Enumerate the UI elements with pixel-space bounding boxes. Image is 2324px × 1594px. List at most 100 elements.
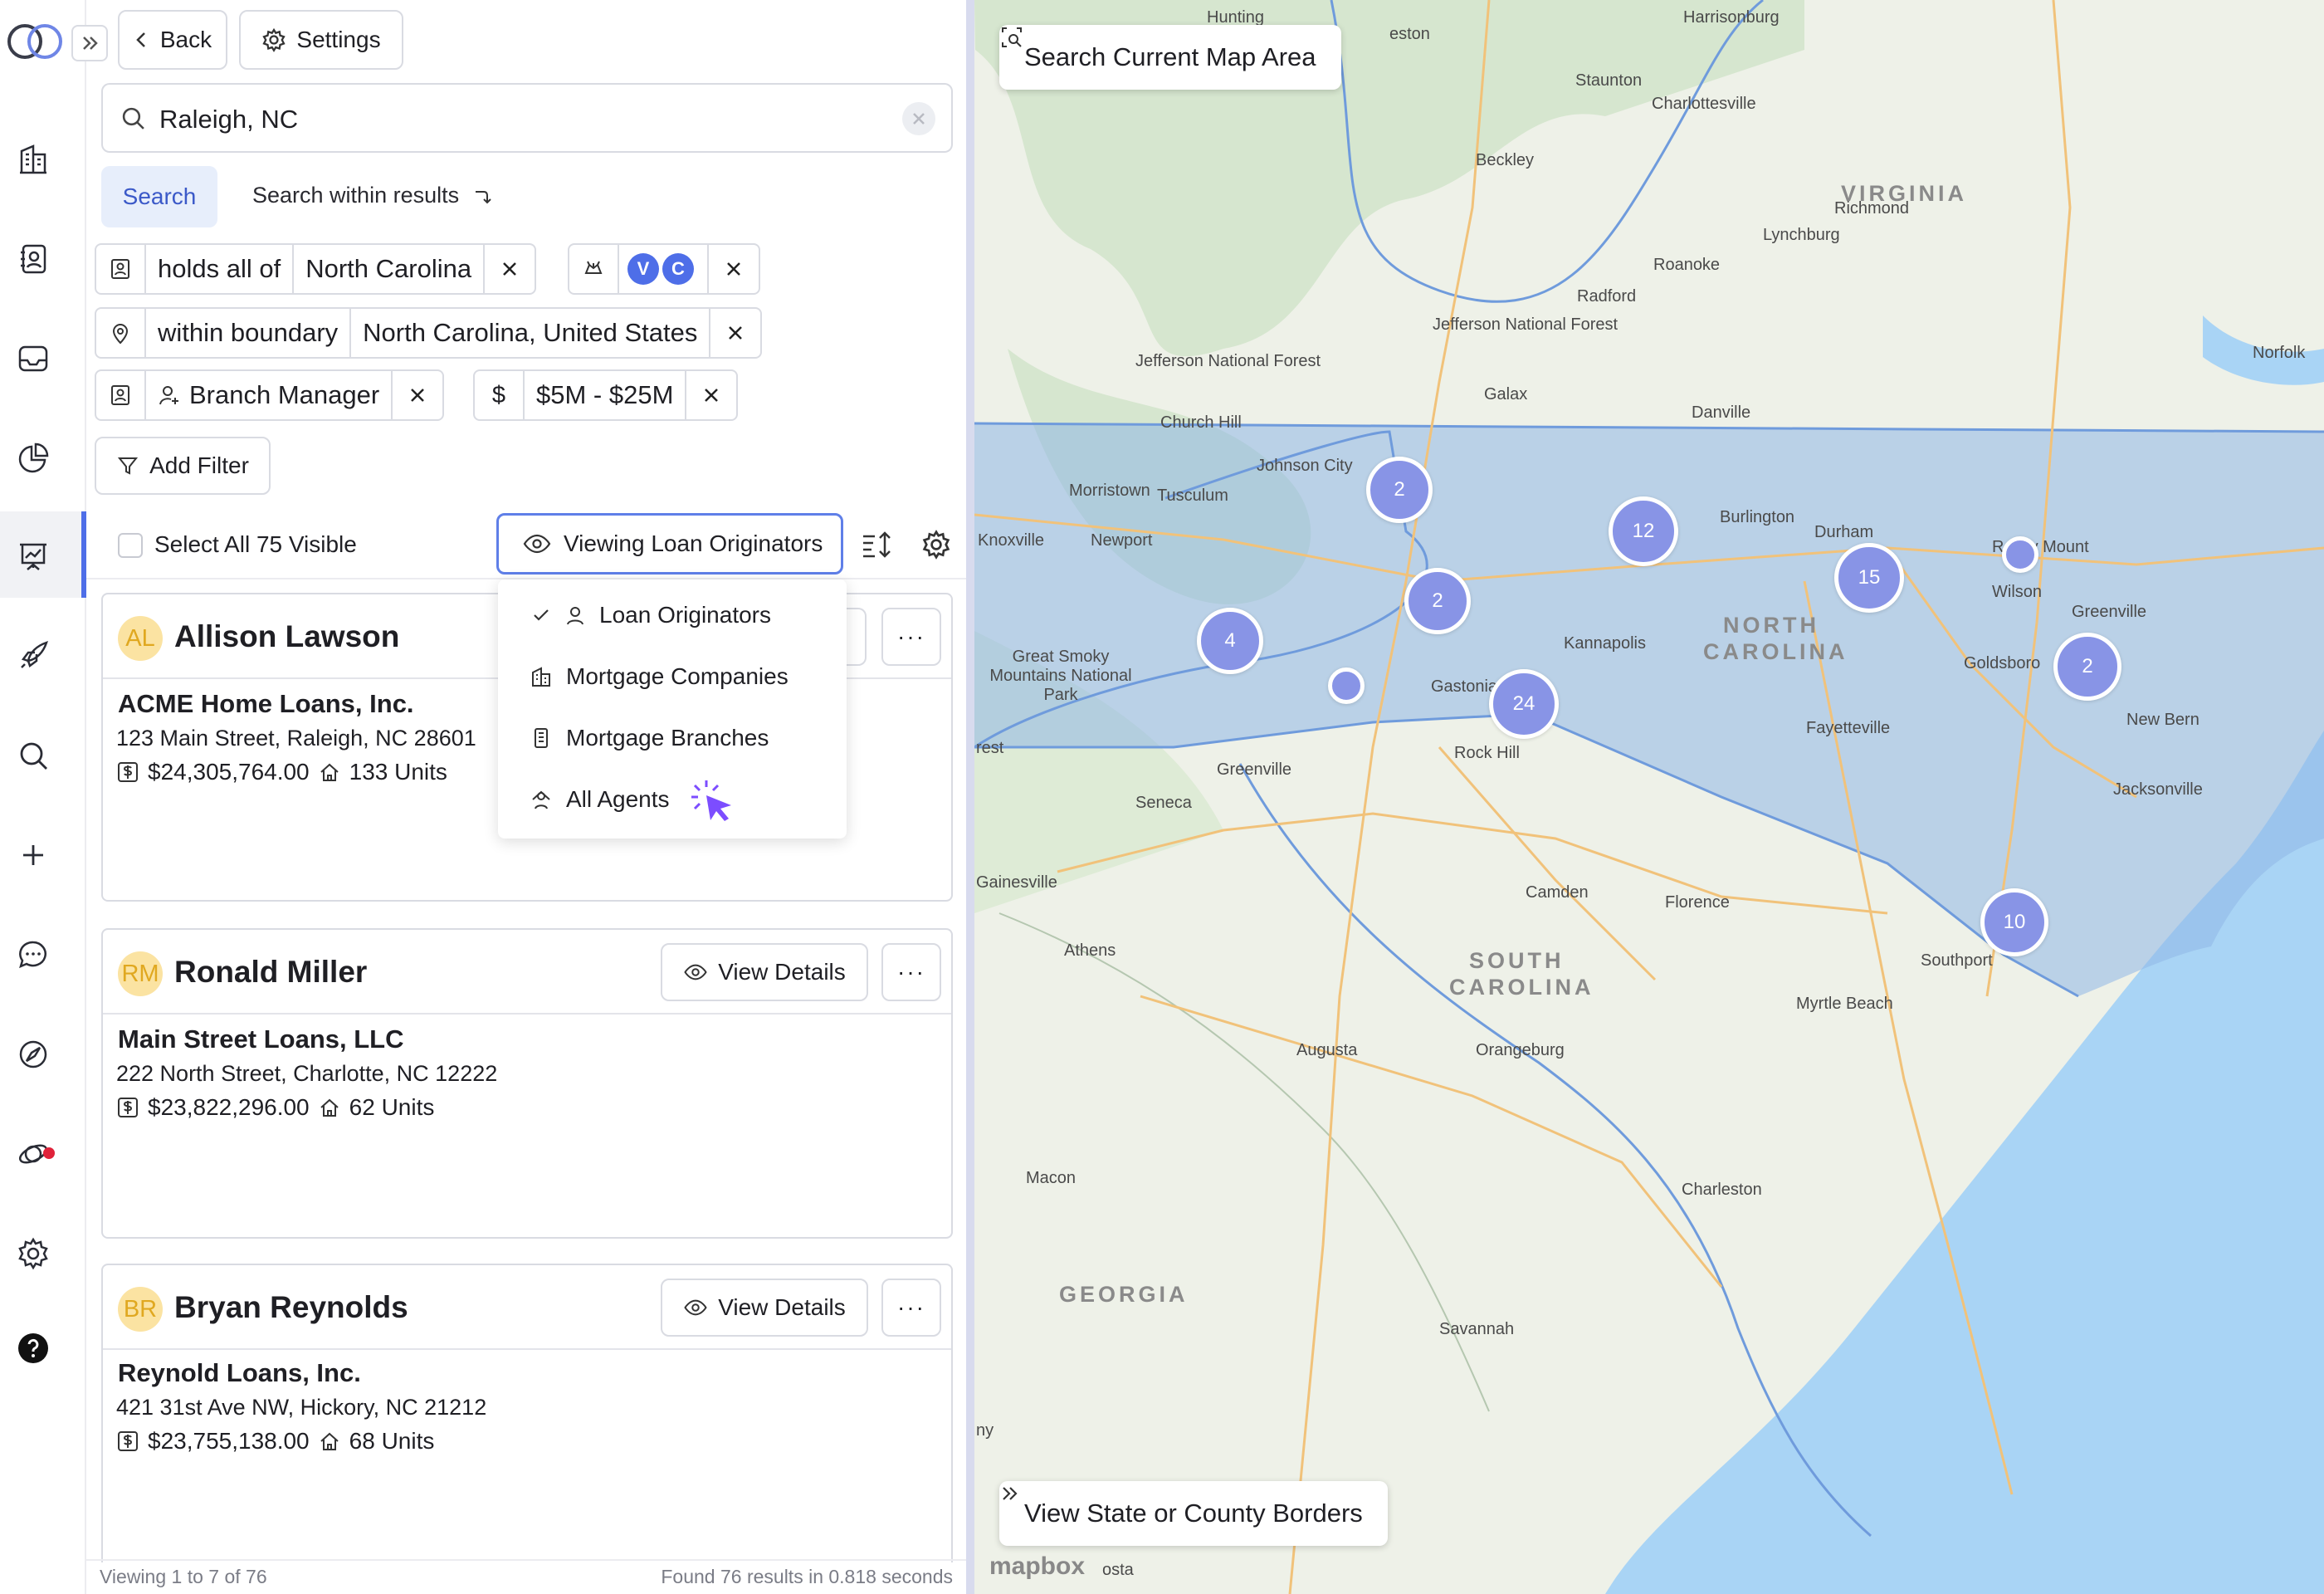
card-name[interactable]: Ronald Miller (174, 955, 367, 990)
city-label: Galax (1484, 385, 1528, 403)
menu-item-all-agents[interactable]: All Agents (498, 769, 847, 830)
compass-icon[interactable] (17, 1038, 50, 1071)
state-label: GEORGIA (1059, 1282, 1189, 1307)
volume-filter-value[interactable]: $5M - $25M (525, 371, 687, 419)
panel-resize-handle[interactable] (966, 0, 974, 1594)
remove-volume-filter-button[interactable] (686, 371, 736, 419)
city-label: Kannapolis (1564, 634, 1646, 653)
role-filter-value[interactable]: Branch Manager (146, 371, 393, 419)
badge-c: C (662, 253, 694, 285)
map-view[interactable]: VIRGINIA NORTH CAROLINA SOUTH CAROLINA G… (974, 0, 2324, 1594)
search-icon[interactable] (17, 739, 50, 772)
card-stats: $23,822,296.00 62 Units (116, 1094, 434, 1121)
map-cluster[interactable]: 4 (1197, 608, 1263, 674)
role-filter-label: Branch Manager (189, 380, 380, 409)
map-cluster[interactable]: 2 (2053, 633, 2121, 701)
search-area-icon (1002, 27, 1022, 47)
rocket-icon[interactable] (17, 639, 50, 672)
plus-icon[interactable] (17, 839, 50, 872)
remove-location-filter-button[interactable] (710, 309, 760, 357)
map-cluster[interactable]: 15 (1834, 543, 1904, 613)
expand-sidebar-button[interactable] (71, 25, 108, 61)
card-name[interactable]: Bryan Reynolds (174, 1290, 408, 1325)
remove-license-filter-button[interactable] (485, 245, 535, 293)
gear-icon[interactable] (17, 1237, 50, 1270)
search-value: Raleigh, NC (159, 105, 299, 134)
select-all-label: Select All 75 Visible (154, 531, 357, 557)
city-label: Lynchburg (1763, 226, 1840, 244)
clear-search-icon[interactable] (901, 101, 936, 136)
search-within-results[interactable]: Search within results (252, 183, 492, 208)
menu-item-mortgage-companies[interactable]: Mortgage Companies (498, 646, 847, 707)
close-icon (503, 262, 516, 276)
arrow-turn-down-icon (475, 190, 491, 204)
location-filter-operator[interactable]: within boundary (146, 309, 352, 357)
map-pin[interactable] (2002, 536, 2038, 573)
city-label: Harrisonburg (1683, 8, 1780, 27)
card-address: 222 North Street, Charlotte, NC 12222 (116, 1061, 498, 1086)
notification-dot (43, 1147, 55, 1159)
view-details-label: View Details (718, 1294, 846, 1320)
map-cluster[interactable]: 2 (1404, 568, 1471, 634)
sort-icon[interactable] (860, 528, 893, 561)
contacts-icon[interactable] (17, 242, 50, 276)
map-pin-icon (96, 309, 146, 357)
viewing-type-dropdown[interactable]: Viewing Loan Originators (496, 513, 843, 575)
view-details-button[interactable]: View Details (661, 1279, 868, 1337)
close-icon (727, 262, 740, 276)
agency-badges[interactable]: V C (619, 245, 709, 293)
remove-agency-filter-button[interactable] (709, 245, 759, 293)
search-button[interactable]: Search (101, 166, 217, 227)
add-filter-label: Add Filter (149, 452, 249, 478)
gear-icon[interactable] (921, 530, 951, 560)
search-map-area-label: Search Current Map Area (1024, 42, 1316, 71)
dollar-icon (118, 1431, 138, 1451)
menu-item-mortgage-branches[interactable]: Mortgage Branches (498, 707, 847, 769)
view-details-label: View Details (718, 959, 846, 985)
city-label: Wilson (1992, 583, 2043, 601)
remove-role-filter-button[interactable] (393, 371, 442, 419)
logo-icon[interactable] (5, 17, 66, 66)
filter-icon (117, 457, 139, 475)
chat-icon[interactable] (17, 938, 50, 971)
search-map-area-button[interactable]: Search Current Map Area (999, 25, 1341, 90)
select-all-checkbox[interactable] (118, 533, 143, 558)
search-input[interactable]: Raleigh, NC (101, 83, 953, 153)
city-label: Savannah (1439, 1320, 1515, 1338)
view-borders-button[interactable]: View State or County Borders (999, 1481, 1388, 1546)
city-label: Roanoke (1653, 256, 1721, 274)
city-label: Richmond (1834, 199, 1910, 218)
more-options-button[interactable]: ··· (881, 943, 941, 1001)
back-button[interactable]: Back (118, 10, 227, 70)
map-cluster[interactable]: 24 (1489, 669, 1559, 739)
result-card[interactable]: RM Ronald Miller View Details ··· Main S… (101, 928, 953, 1239)
search-icon (122, 107, 144, 130)
license-filter-value[interactable]: North Carolina (294, 245, 486, 293)
map-cluster[interactable]: 12 (1609, 496, 1678, 566)
city-label: Macon (1026, 1169, 1077, 1187)
city-label: Camden (1526, 883, 1589, 902)
inbox-icon[interactable] (17, 342, 50, 375)
map-cluster[interactable]: 10 (1980, 888, 2048, 956)
map-pin[interactable] (1328, 667, 1365, 704)
city-label: Newport (1091, 531, 1153, 550)
state-label: SOUTH (1469, 948, 1565, 973)
agents-icon (532, 790, 550, 809)
presentation-chart-icon[interactable] (17, 540, 50, 573)
more-options-button[interactable]: ··· (881, 608, 941, 666)
card-name[interactable]: Allison Lawson (174, 619, 399, 654)
help-icon[interactable] (17, 1332, 50, 1365)
more-options-button[interactable]: ··· (881, 1279, 941, 1337)
license-filter-operator[interactable]: holds all of (146, 245, 295, 293)
pie-chart-icon[interactable] (17, 442, 50, 475)
view-details-button[interactable]: View Details (661, 943, 868, 1001)
badge-v: V (627, 253, 659, 285)
settings-button[interactable]: Settings (239, 10, 403, 70)
location-filter-value[interactable]: North Carolina, United States (351, 309, 711, 357)
map-cluster[interactable]: 2 (1366, 457, 1433, 523)
building-icon[interactable] (17, 143, 50, 176)
add-filter-button[interactable]: Add Filter (95, 437, 271, 495)
volume-filter-chip: $ $5M - $25M (473, 369, 739, 421)
result-card[interactable]: BR Bryan Reynolds View Details ··· Reyno… (101, 1264, 953, 1562)
menu-item-loan-originators[interactable]: Loan Originators (498, 584, 847, 646)
